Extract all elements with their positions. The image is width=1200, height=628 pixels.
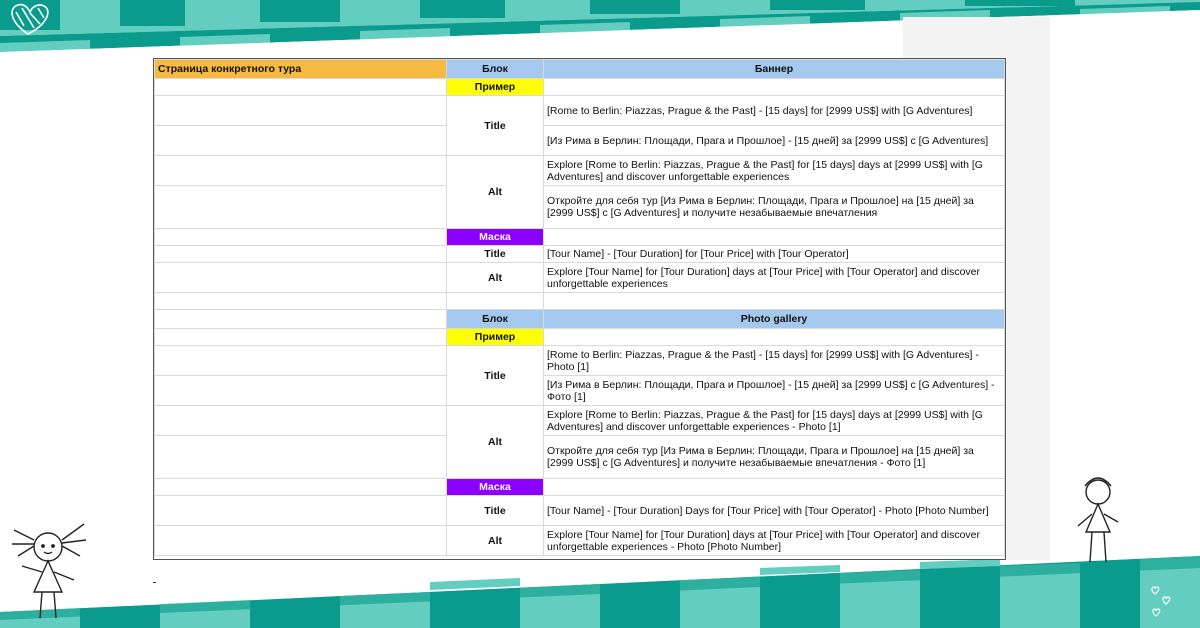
example-alt-ru: Откройте для себя тур [Из Рима в Берлин:… [543, 185, 1005, 229]
empty-cell [154, 155, 447, 186]
title-label: Title [446, 95, 544, 156]
empty-cell [154, 228, 447, 246]
alt-label: Alt [446, 262, 544, 293]
title-label: Title [446, 495, 544, 526]
example-title-ru: [Из Рима в Берлин: Площади, Прага и Прош… [543, 375, 1005, 406]
empty-cell [154, 405, 447, 436]
mask-alt: Explore [Tour Name] for [Tour Duration] … [543, 525, 1005, 556]
empty-cell [154, 245, 447, 263]
spreadsheet-screenshot: Страница конкретного тура Блок Баннер Пр… [153, 58, 1006, 560]
alt-label: Alt [446, 525, 544, 556]
empty-cell [154, 478, 447, 496]
example-tag: Пример [446, 328, 544, 346]
block-header-cell: Блок [446, 59, 544, 79]
block-name-cell: Баннер [543, 59, 1005, 79]
spreadsheet-table: Страница конкретного тура Блок Баннер Пр… [154, 59, 1005, 556]
mask-tag: Маска [446, 478, 544, 496]
page-header-cell: Страница конкретного тура [154, 59, 447, 79]
example-title-ru: [Из Рима в Берлин: Площади, Прага и Прош… [543, 125, 1005, 156]
empty-cell [154, 262, 447, 293]
alt-label: Alt [446, 405, 544, 479]
girl-doodle-icon [1077, 477, 1119, 563]
empty-cell [154, 345, 447, 376]
example-alt-en: Explore [Rome to Berlin: Piazzas, Prague… [543, 405, 1005, 436]
empty-cell [543, 228, 1005, 246]
empty-cell [446, 292, 544, 310]
empty-cell [543, 78, 1005, 96]
empty-cell [154, 292, 447, 310]
example-tag: Пример [446, 78, 544, 96]
empty-cell [543, 328, 1005, 346]
block-name-cell: Photo gallery [543, 309, 1005, 329]
example-title-en: [Rome to Berlin: Piazzas, Prague & the P… [543, 95, 1005, 126]
bottom-checker-band [0, 556, 1200, 628]
example-title-en: [Rome to Berlin: Piazzas, Prague & the P… [543, 345, 1005, 376]
empty-cell [154, 495, 447, 526]
title-label: Title [446, 245, 544, 263]
empty-cell [543, 292, 1005, 310]
empty-cell [154, 95, 447, 126]
empty-cell [154, 125, 447, 156]
example-alt-en: Explore [Rome to Berlin: Piazzas, Prague… [543, 155, 1005, 186]
girl-doodle-icon [12, 523, 87, 619]
stray-mark [153, 582, 156, 583]
title-label: Title [446, 345, 544, 406]
alt-label: Alt [446, 155, 544, 229]
mask-title: [Tour Name] - [Tour Duration] Days for [… [543, 495, 1005, 526]
empty-cell [154, 525, 447, 556]
empty-cell [154, 435, 447, 479]
mask-alt: Explore [Tour Name] for [Tour Duration] … [543, 262, 1005, 293]
empty-cell [154, 78, 447, 96]
empty-cell [543, 478, 1005, 496]
mask-tag: Маска [446, 228, 544, 246]
example-alt-ru: Откройте для себя тур [Из Рима в Берлин:… [543, 435, 1005, 479]
empty-cell [154, 375, 447, 406]
empty-cell [154, 309, 447, 329]
block-header-cell: Блок [446, 309, 544, 329]
empty-cell [154, 328, 447, 346]
empty-cell [154, 185, 447, 229]
mask-title: [Tour Name] - [Tour Duration] for [Tour … [543, 245, 1005, 263]
